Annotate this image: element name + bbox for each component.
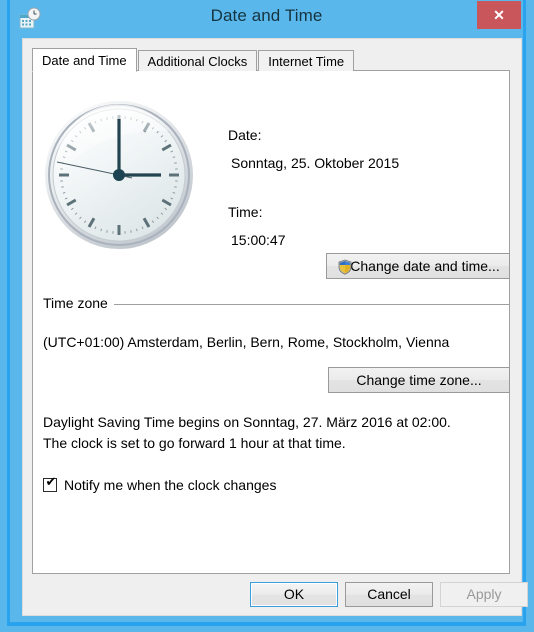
- time-label: Time:: [228, 204, 263, 220]
- tab-date-and-time[interactable]: Date and Time: [32, 48, 137, 72]
- tab-internet-time[interactable]: Internet Time: [258, 50, 355, 71]
- change-time-zone-button[interactable]: Change time zone...: [328, 367, 510, 393]
- analog-clock-icon: [41, 97, 197, 253]
- time-value: 15:00:47: [231, 232, 286, 248]
- notify-clock-change-checkbox[interactable]: ✔: [43, 475, 57, 492]
- dst-info-line-2: The clock is set to go forward 1 hour at…: [43, 435, 346, 451]
- close-button[interactable]: ✕: [477, 1, 521, 29]
- tab-strip: Date and Time Additional Clocks Internet…: [32, 48, 355, 72]
- notify-clock-change-row[interactable]: ✔ Notify me when the clock changes: [43, 475, 277, 493]
- uac-shield-icon: [337, 258, 353, 275]
- date-and-time-dialog: Date and Time ✕ Date and Time Additional…: [10, 0, 528, 622]
- date-label: Date:: [228, 127, 262, 143]
- window-title: Date and Time: [210, 6, 323, 25]
- change-date-and-time-label: Change date and time...: [350, 258, 500, 274]
- close-icon: ✕: [493, 7, 505, 23]
- dialog-footer: OK Cancel Apply: [23, 579, 528, 615]
- dst-info-line-1: Daylight Saving Time begins on Sonntag, …: [43, 414, 451, 430]
- date-value: Sonntag, 25. Oktober 2015: [231, 155, 400, 171]
- tab-additional-clocks[interactable]: Additional Clocks: [137, 50, 258, 71]
- cancel-button[interactable]: Cancel: [345, 582, 433, 607]
- tab-content-panel: Date: Sonntag, 25. Oktober 2015 Time: 15…: [32, 70, 510, 574]
- dialog-body: Date and Time Additional Clocks Internet…: [22, 38, 528, 616]
- title-bar: Date and Time ✕: [10, 0, 523, 38]
- apply-button: Apply: [440, 582, 528, 607]
- change-date-and-time-button[interactable]: Change date and time...: [326, 253, 510, 279]
- desktop-background: Date and Time ✕ Date and Time Additional…: [0, 0, 534, 632]
- checkmark-icon: ✔: [45, 475, 57, 490]
- notify-clock-change-label: Notify me when the clock changes: [64, 477, 277, 493]
- time-zone-group-label: Time zone: [43, 295, 114, 311]
- time-zone-value: (UTC+01:00) Amsterdam, Berlin, Bern, Rom…: [43, 334, 450, 350]
- ok-button[interactable]: OK: [250, 582, 338, 607]
